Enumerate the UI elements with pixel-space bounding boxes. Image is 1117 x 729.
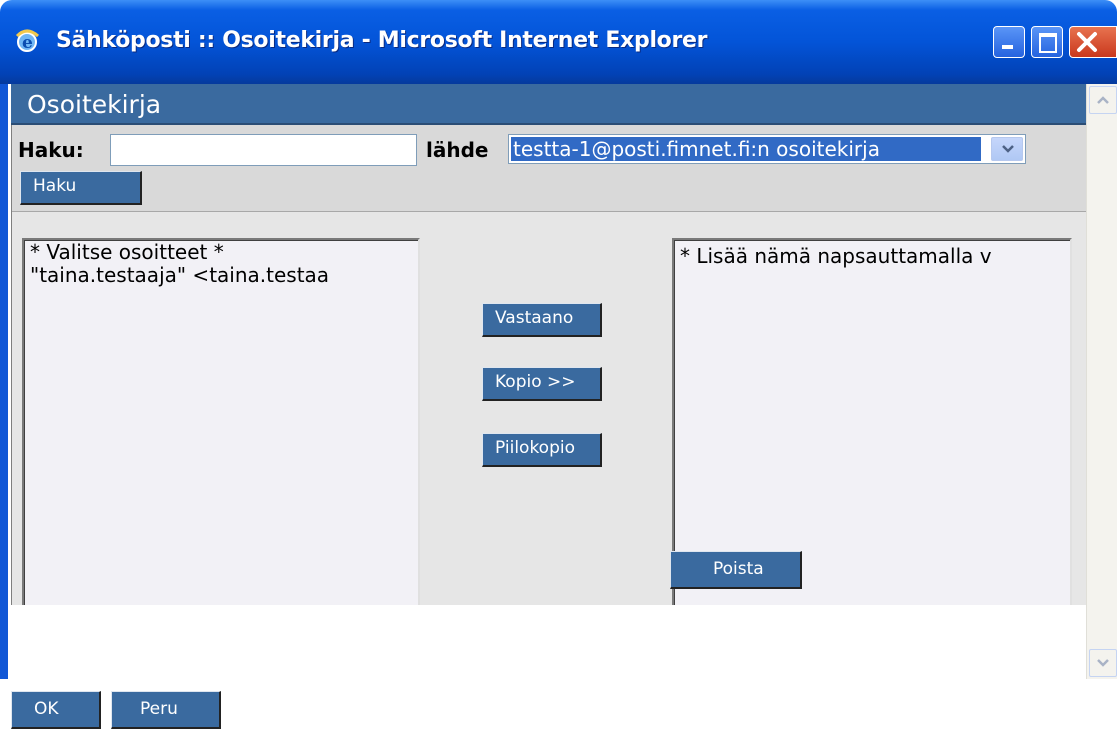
list-item[interactable]: "taina.testaaja" <taina.testaa [25,264,418,287]
source-select-value: testta-1@posti.fimnet.fi:n osoitekirja [511,137,981,161]
window-title: Sähköposti :: Osoitekirja - Microsoft In… [56,28,708,53]
dialog-footer: OK Peru [11,605,1086,729]
close-button[interactable] [1069,26,1117,58]
svg-text:e: e [22,33,33,53]
scroll-down-button[interactable] [1089,649,1117,677]
remove-button[interactable]: Poista [670,551,802,589]
scroll-up-button[interactable] [1089,86,1117,114]
chevron-down-icon [1097,659,1109,667]
search-label: Haku: [18,138,84,162]
source-label: lähde [426,138,489,162]
to-button[interactable]: Vastaano [482,303,602,337]
source-select[interactable]: testta-1@posti.fimnet.fi:n osoitekirja [508,134,1026,164]
window-left-border [0,84,8,679]
cancel-button[interactable]: Peru [111,691,221,729]
page-title: Osoitekirja [27,90,162,119]
minimize-button[interactable] [993,26,1025,58]
search-input[interactable] [110,134,417,166]
internet-explorer-icon: e [14,28,40,54]
search-toolbar: Haku: lähde testta-1@posti.fimnet.fi:n o… [12,125,1087,212]
address-book-header: Osoitekirja [11,84,1086,125]
chevron-down-icon[interactable] [991,137,1023,161]
available-addresses-list[interactable]: * Valitse osoitteet * "taina.testaaja" <… [22,238,420,623]
ok-button[interactable]: OK [11,691,101,729]
page-content: Osoitekirja Haku: lähde testta-1@posti.f… [8,84,1087,729]
vertical-scrollbar[interactable] [1086,84,1117,679]
chevron-up-icon [1097,96,1109,104]
maximize-button[interactable] [1031,26,1063,58]
list-item[interactable]: * Valitse osoitteet * [25,241,418,264]
search-button[interactable]: Haku [20,171,142,205]
cc-button[interactable]: Kopio >> [482,367,602,401]
bcc-button[interactable]: Piilokopio [482,433,602,467]
window-titlebar[interactable]: e Sähköposti :: Osoitekirja - Microsoft … [0,0,1117,84]
close-icon [1077,32,1097,52]
address-book-panel: Haku: lähde testta-1@posti.fimnet.fi:n o… [11,125,1087,623]
list-item[interactable]: * Lisää nämä napsauttamalla v [675,241,1070,268]
